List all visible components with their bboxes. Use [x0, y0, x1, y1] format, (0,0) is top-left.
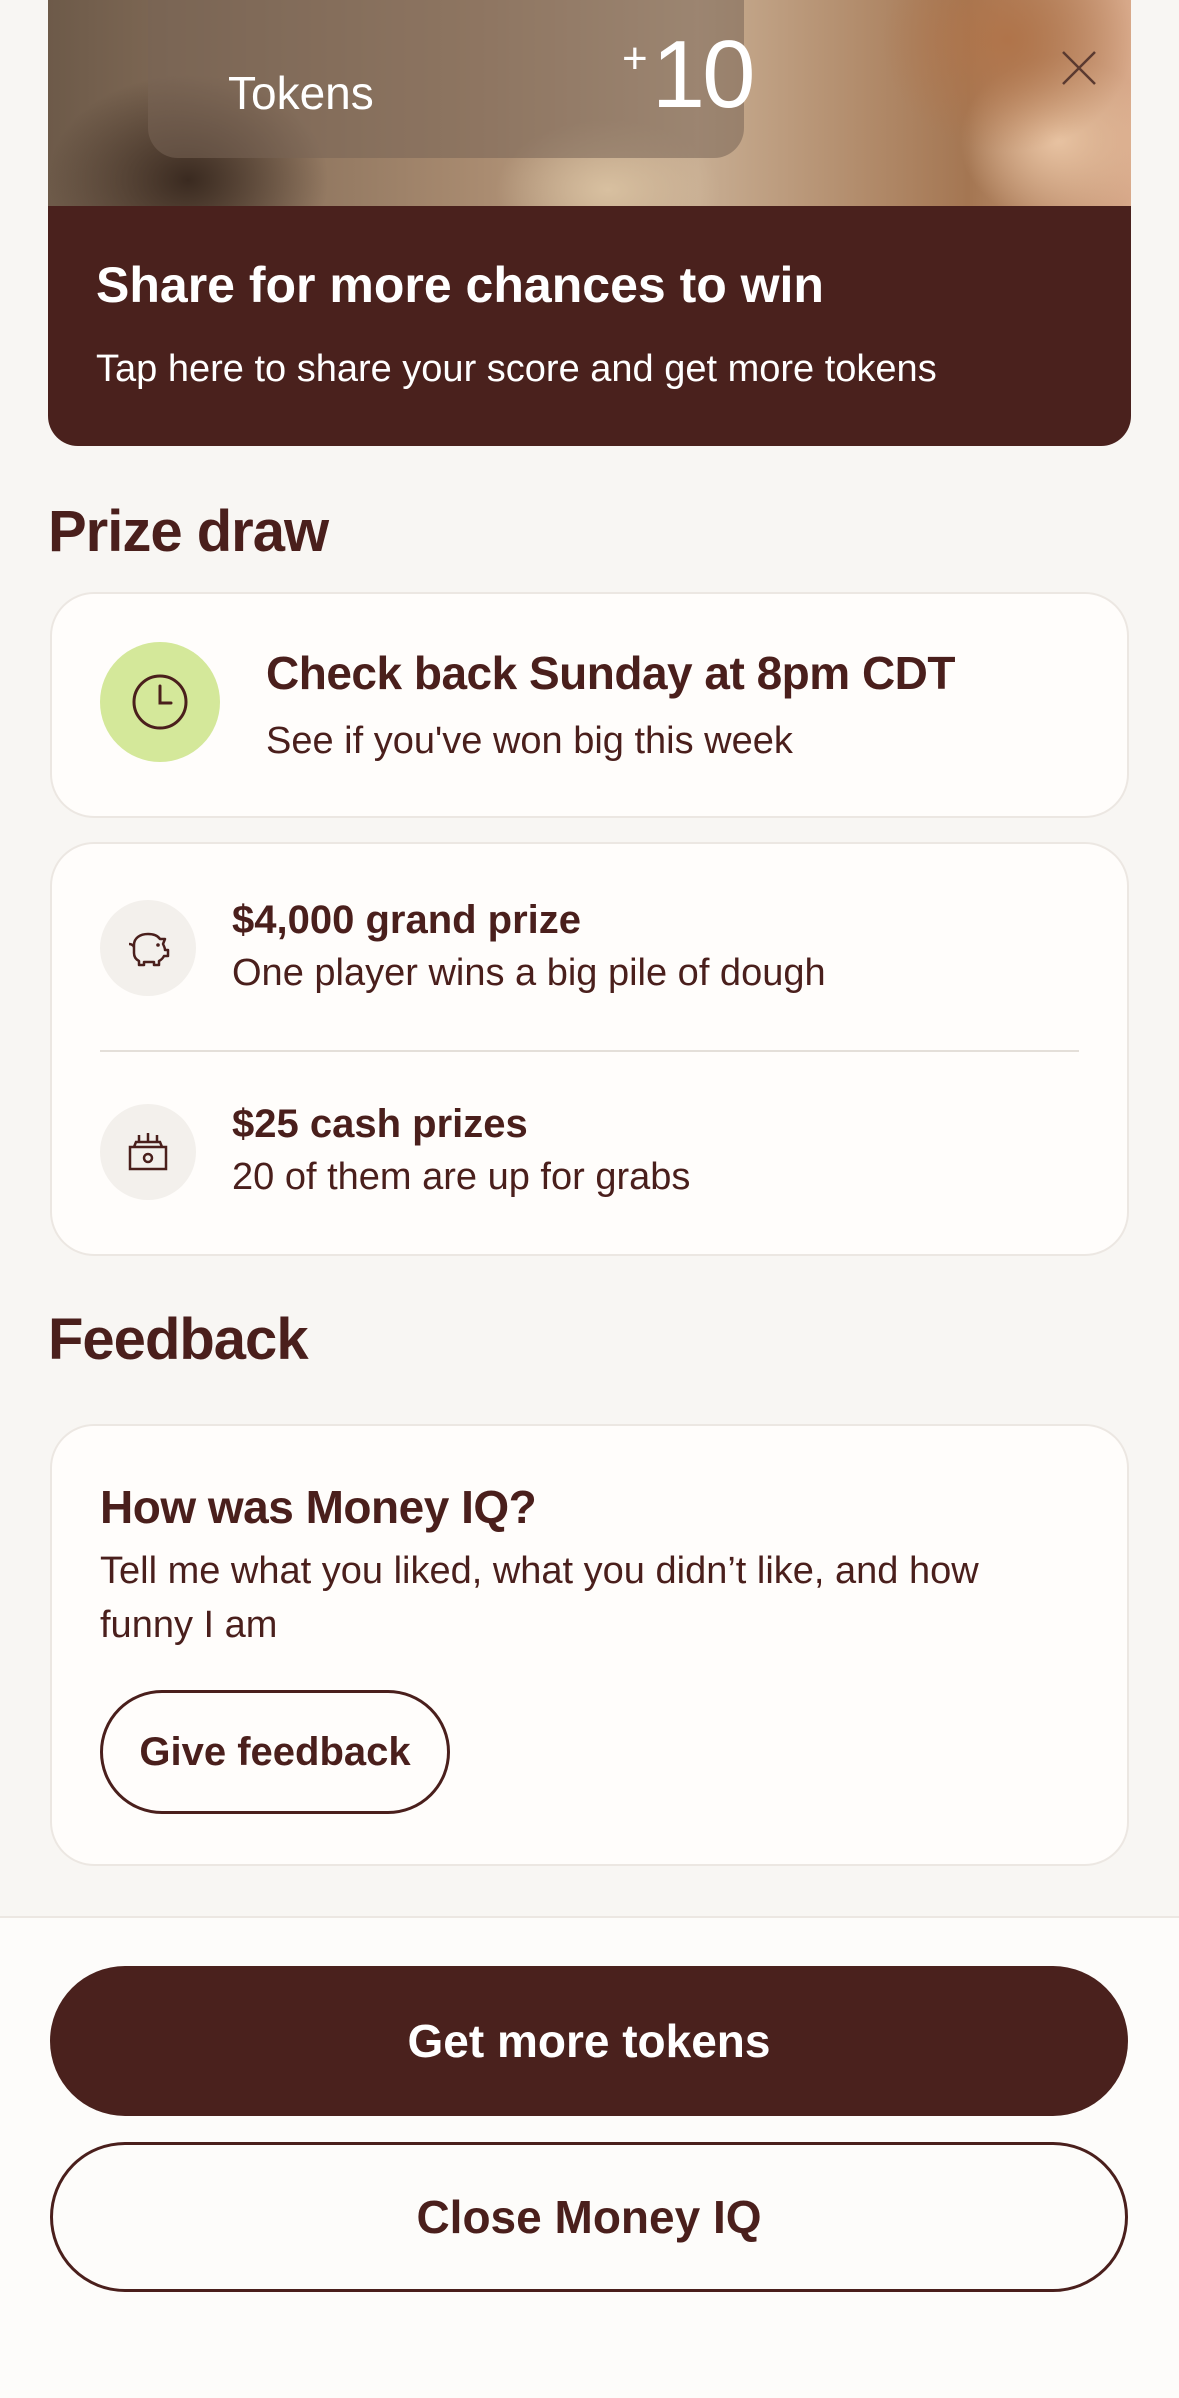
prize-icon-badge	[100, 1104, 196, 1200]
piggy-bank-icon	[128, 932, 170, 967]
give-feedback-button[interactable]: Give feedback	[100, 1690, 450, 1814]
token-chip: Tokens +10	[148, 0, 755, 158]
token-plus: +	[622, 34, 648, 83]
prize-icon-badge	[100, 900, 196, 996]
feedback-title: How was Money IQ?	[100, 1481, 537, 1533]
prize-title: $4,000 grand prize	[232, 898, 582, 942]
token-value: +10	[622, 20, 756, 130]
close-icon[interactable]	[1061, 50, 1097, 86]
share-title: Share for more chances to win	[96, 257, 824, 313]
feedback-heading: Feedback	[48, 1307, 309, 1372]
prize-subtitle: 20 of them are up for grabs	[232, 1156, 691, 1198]
feedback-card: How was Money IQ? Tell me what you liked…	[50, 1424, 1129, 1866]
clock-icon	[132, 674, 188, 730]
prize-subtitle: One player wins a big pile of dough	[232, 952, 826, 994]
clock-icon-badge	[100, 642, 220, 762]
prizes-card: $4,000 grand prize One player wins a big…	[50, 842, 1129, 1256]
prize-draw-heading: Prize draw	[48, 499, 329, 564]
prize-title: $25 cash prizes	[232, 1102, 528, 1146]
token-number: 10	[651, 21, 756, 128]
close-money-iq-button[interactable]: Close Money IQ	[50, 2142, 1128, 2292]
share-subtitle: Tap here to share your score and get mor…	[96, 348, 937, 390]
divider	[100, 1050, 1079, 1052]
draw-time-subtitle: See if you've won big this week	[266, 720, 793, 762]
draw-time-card: Check back Sunday at 8pm CDT See if you'…	[50, 592, 1129, 818]
draw-time-title: Check back Sunday at 8pm CDT	[266, 647, 955, 699]
cash-register-icon	[128, 1133, 168, 1171]
feedback-body: Tell me what you liked, what you didn’t …	[100, 1550, 979, 1646]
share-photo: Tokens +10	[48, 0, 1131, 206]
bottom-action-bar: Get more tokens Close Money IQ	[0, 1916, 1179, 2398]
token-label: Tokens	[228, 67, 374, 119]
get-more-tokens-button[interactable]: Get more tokens	[50, 1966, 1128, 2116]
share-card[interactable]: Tokens +10 Share for more chances to win…	[48, 0, 1131, 446]
